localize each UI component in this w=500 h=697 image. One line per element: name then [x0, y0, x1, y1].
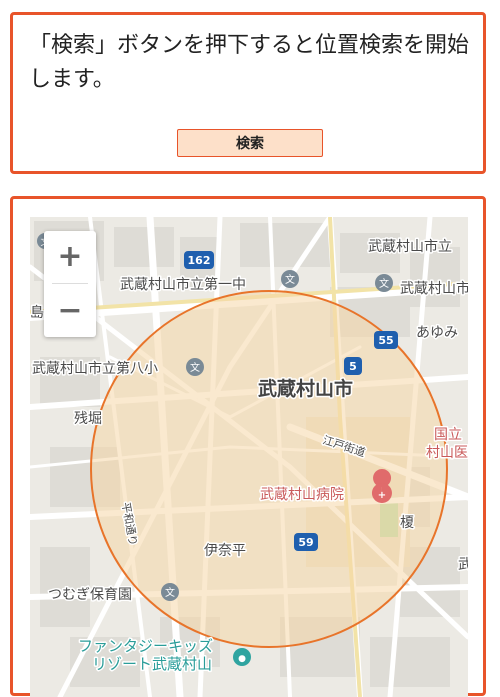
- map-label-nursery: つむぎ保育園: [48, 587, 132, 603]
- map-label-fantasy-line2: リゾート武蔵村山: [92, 655, 212, 673]
- map-label-school-right: 武蔵村山市立: [400, 280, 468, 297]
- route-shield-59: 59: [294, 533, 318, 551]
- map-label-zanbori: 残堀: [74, 411, 102, 427]
- svg-text:55: 55: [378, 334, 393, 347]
- map-label-national-hospital: 国立: [434, 427, 462, 443]
- map-label-school-top-right: 武蔵村山市立: [368, 238, 452, 255]
- zoom-in-button[interactable]: +: [44, 231, 96, 283]
- school-icon[interactable]: 文: [281, 270, 299, 288]
- search-instruction-text: 「検索」ボタンを押下すると位置検索を開始します。: [29, 33, 470, 92]
- shopping-icon[interactable]: ●: [233, 648, 251, 666]
- map-label-ayumi: あゆみ: [416, 325, 458, 341]
- map-label-right-edge-fragment: 武: [458, 557, 468, 573]
- svg-text:●: ●: [238, 654, 246, 664]
- zoom-out-button[interactable]: −: [44, 285, 96, 337]
- svg-text:162: 162: [188, 254, 211, 267]
- svg-text:文: 文: [285, 273, 295, 286]
- map-view[interactable]: 162 55 5 59 文 文 文 文 + ● 武蔵村山市立 武蔵村山市立第一中…: [30, 217, 468, 697]
- hospital-icon[interactable]: +: [371, 469, 392, 503]
- map-label-hospital: 武蔵村山病院: [260, 487, 344, 503]
- svg-text:文: 文: [379, 277, 389, 290]
- svg-text:5: 5: [349, 360, 357, 373]
- map-label-fantasy-line1: ファンタジーキッズ: [78, 637, 213, 655]
- map-label-inadaira: 伊奈平: [204, 543, 246, 559]
- route-shield-5: 5: [344, 357, 362, 375]
- map-panel: 162 55 5 59 文 文 文 文 + ● 武蔵村山市立 武蔵村山市立第一中…: [10, 196, 486, 697]
- school-icon[interactable]: 文: [375, 274, 393, 292]
- zoom-control: + −: [44, 231, 96, 337]
- route-shield-162: 162: [184, 251, 214, 269]
- svg-text:+: +: [378, 490, 386, 501]
- map-label-murayama-medical: 村山医療: [426, 444, 468, 461]
- map-label-school-daihachi: 武蔵村山市立第八小: [32, 360, 158, 377]
- route-shield-55: 55: [374, 331, 398, 349]
- svg-text:文: 文: [165, 586, 175, 599]
- search-panel: 「検索」ボタンを押下すると位置検索を開始します。 検索: [10, 12, 486, 174]
- svg-text:59: 59: [298, 536, 313, 549]
- search-button[interactable]: 検索: [177, 129, 323, 157]
- school-icon[interactable]: 文: [186, 358, 204, 376]
- map-label-city: 武蔵村山市: [258, 377, 353, 400]
- school-icon[interactable]: 文: [161, 583, 179, 601]
- zoom-divider: [52, 283, 88, 284]
- map-label-yoko-fragment: 榎: [400, 515, 414, 531]
- map-label-school-daiichi: 武蔵村山市立第一中: [120, 276, 246, 293]
- svg-text:文: 文: [190, 361, 200, 374]
